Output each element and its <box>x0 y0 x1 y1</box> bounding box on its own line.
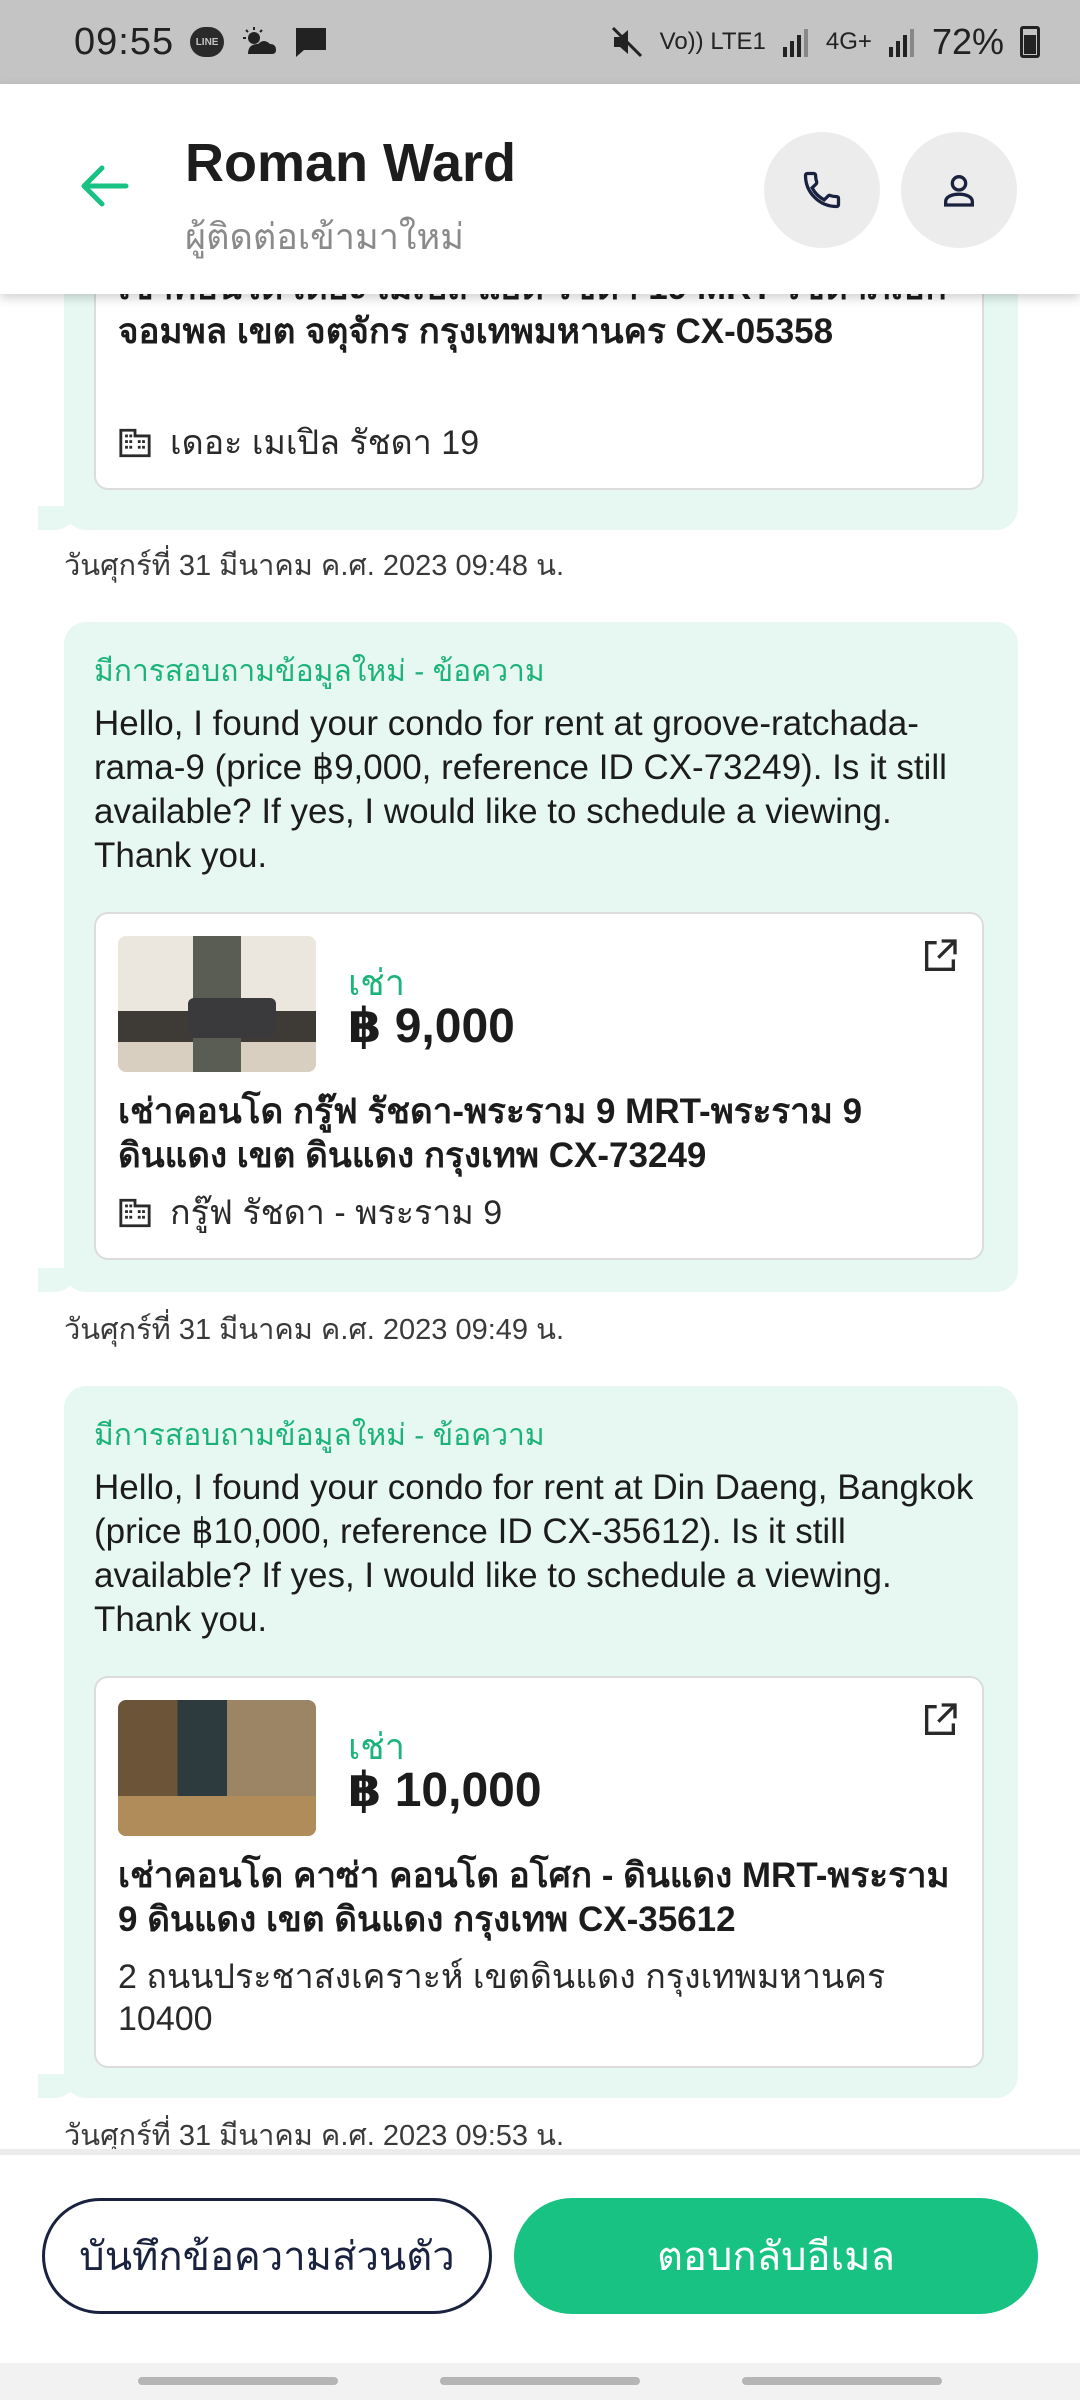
contact-subtitle: ผู้ติดต่อเข้ามาใหม่ <box>185 216 464 257</box>
listing-price: ฿ 9,000 <box>348 1000 515 1053</box>
listing-title: เช่าคอนโด คาซ่า คอนโด อโศก - ดินแดง MRT-… <box>118 1856 950 1939</box>
battery-icon <box>1020 26 1040 58</box>
status-left: 09:55 LINE <box>74 21 328 64</box>
chat-notification-icon <box>294 26 328 58</box>
message-timestamp: วันศุกร์ที่ 31 มีนาคม ค.ศ. 2023 09:53 น. <box>64 2120 564 2149</box>
nav-back-handle[interactable] <box>742 2377 942 2385</box>
open-external-button[interactable] <box>918 934 962 978</box>
open-external-button[interactable] <box>918 1698 962 1742</box>
listing-location-text: กรู๊ฟ รัชดา - พระราม 9 <box>170 1194 503 1232</box>
open-external-icon <box>925 939 957 971</box>
signal-bars-2-icon <box>888 27 916 57</box>
inquiry-message-text: Hello, I found your condo for rent at gr… <box>94 704 947 875</box>
phone-icon <box>803 171 841 209</box>
listing-photo <box>118 1700 316 1836</box>
conversation-thread[interactable]: เช่าคอนโด เดอะ เมเปิล แอด รัชดา 19 MRT-ร… <box>0 294 1080 2149</box>
listing-card[interactable]: เช่า ฿ 9,000 เช่าคอนโด กรู๊ฟ รัชดา-พระรา… <box>94 912 984 1260</box>
contact-profile-button[interactable] <box>901 132 1017 248</box>
back-button[interactable] <box>72 154 136 218</box>
listing-photo <box>118 936 316 1072</box>
listing-title: เช่าคอนโด เดอะ เมเปิล แอด รัชดา 19 MRT-ร… <box>118 294 947 351</box>
message-bubble: เช่าคอนโด เดอะ เมเปิล แอด รัชดา 19 MRT-ร… <box>38 294 1018 530</box>
open-external-icon <box>925 1703 957 1735</box>
message-timestamp: วันศุกร์ที่ 31 มีนาคม ค.ศ. 2023 09:49 น. <box>64 1314 564 1346</box>
status-time: 09:55 <box>74 20 175 63</box>
contact-name: Roman Ward <box>185 133 517 193</box>
inquiry-label: มีการสอบถามข้อมูลใหม่ - ข้อความ <box>94 1419 545 1452</box>
volte-indicator: Vo)) LTE1 <box>659 28 766 55</box>
listing-address: 2 ถนนประชาสงเคราะห์ เขตดินแดง กรุงเทพมหา… <box>118 1958 886 2038</box>
status-right: Vo)) LTE1 4G+ 72% <box>610 21 1040 63</box>
person-icon <box>944 175 974 207</box>
network-type-indicator: 4G+ <box>825 28 872 55</box>
system-nav-bar <box>0 2363 1080 2400</box>
line-notification-icon: LINE <box>190 27 225 57</box>
message-bubble: มีการสอบถามข้อมูลใหม่ - ข้อความ Hello, I… <box>38 1386 1018 2098</box>
nav-recents-handle[interactable] <box>138 2377 338 2385</box>
building-icon <box>119 1198 151 1228</box>
nav-home-handle[interactable] <box>440 2377 640 2385</box>
message-bubble: มีการสอบถามข้อมูลใหม่ - ข้อความ Hello, I… <box>38 622 1018 1292</box>
arrow-left-icon <box>81 165 129 207</box>
reply-email-button[interactable]: ตอบกลับอีเมล <box>514 2198 1038 2314</box>
private-note-button[interactable]: บันทึกข้อความส่วนตัว <box>42 2198 492 2314</box>
inquiry-message-text: Hello, I found your condo for rent at Di… <box>94 1468 974 1639</box>
battery-percent: 72% <box>931 21 1004 62</box>
listing-location: กรู๊ฟ รัชดา - พระราม 9 <box>118 1192 968 1234</box>
conversation-header: Roman Ward ผู้ติดต่อเข้ามาใหม่ <box>0 84 1080 294</box>
call-button[interactable] <box>764 132 880 248</box>
signal-bars-1-icon <box>782 27 810 57</box>
mute-icon <box>610 25 644 59</box>
listing-card[interactable]: เช่า ฿ 10,000 เช่าคอนโด คาซ่า คอนโด อโศก… <box>94 1676 984 2068</box>
listing-card[interactable]: เช่าคอนโด เดอะ เมเปิล แอด รัชดา 19 MRT-ร… <box>94 294 984 490</box>
listing-price: ฿ 10,000 <box>348 1764 542 1817</box>
weather-icon <box>240 26 278 58</box>
listing-location-text: เดอะ เมเปิล รัชดา 19 <box>170 424 480 462</box>
status-bar: 09:55 LINE Vo)) LTE1 4G+ 72% <box>0 0 1080 84</box>
building-icon <box>119 428 151 458</box>
inquiry-label: มีการสอบถามข้อมูลใหม่ - ข้อความ <box>94 655 545 688</box>
message-timestamp: วันศุกร์ที่ 31 มีนาคม ค.ศ. 2023 09:48 น. <box>64 550 564 582</box>
action-bar: บันทึกข้อความส่วนตัว ตอบกลับอีเมล <box>0 2149 1080 2363</box>
listing-location: เดอะ เมเปิล รัชดา 19 <box>118 422 968 464</box>
listing-title: เช่าคอนโด กรู๊ฟ รัชดา-พระราม 9 MRT-พระรา… <box>118 1092 863 1175</box>
